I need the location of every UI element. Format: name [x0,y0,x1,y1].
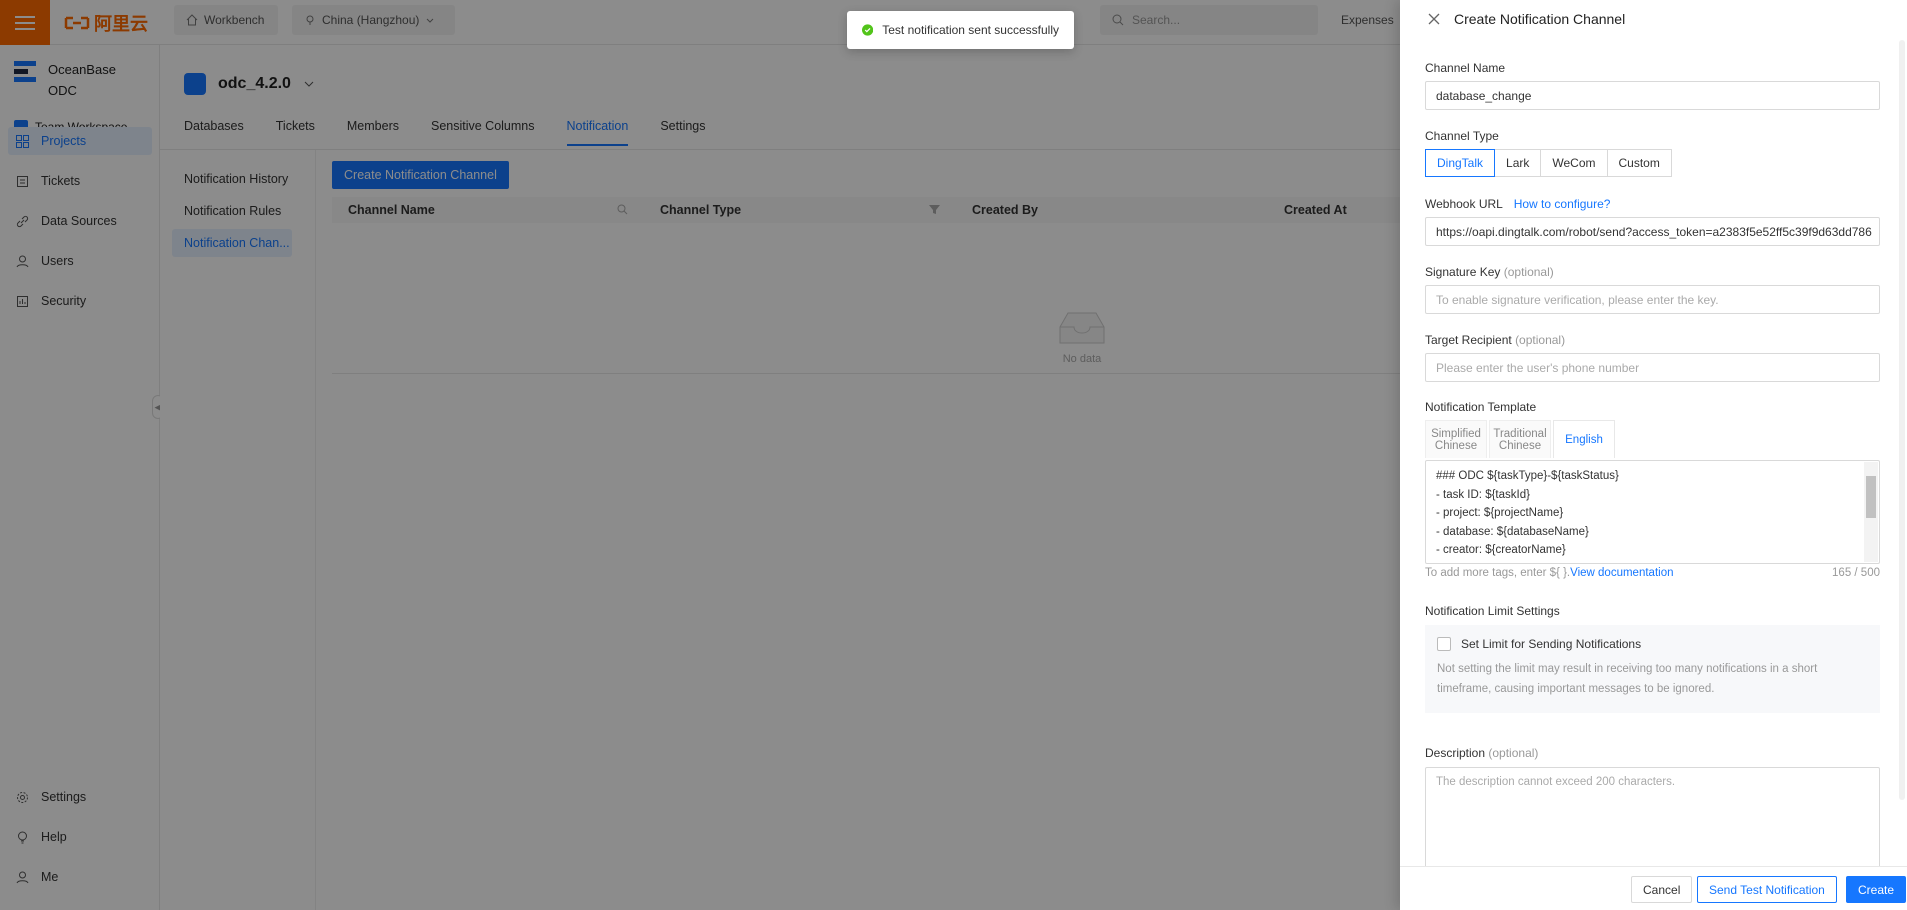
limit-settings-box: Set Limit for Sending Notifications Not … [1425,625,1880,713]
limit-checkbox-row[interactable]: Set Limit for Sending Notifications [1437,637,1868,651]
drawer-scrollbar[interactable] [1899,40,1905,800]
view-documentation-link[interactable]: View documentation [1570,567,1673,579]
channel-name-input[interactable]: database_change [1425,81,1880,110]
tab-line: Traditional [1493,427,1547,440]
optional-tag: (optional) [1503,265,1554,279]
tab-line: Chinese [1434,439,1478,452]
toast-message: Test notification sent successfully [882,23,1059,37]
limit-note: Not setting the limit may result in rece… [1437,663,1818,695]
webhook-url-label: Webhook URL How to configure? [1425,197,1610,211]
channel-type-dingtalk[interactable]: DingTalk [1425,149,1496,177]
drawer-body: Channel Name database_change Channel Typ… [1425,37,1881,871]
target-recipient-input[interactable]: Please enter the user's phone number [1425,353,1880,382]
channel-type-custom[interactable]: Custom [1606,149,1672,177]
drawer-header: Create Notification Channel [1400,0,1907,37]
limit-checkbox[interactable] [1437,637,1451,651]
tab-simplified-chinese[interactable]: Simplified Chinese [1425,420,1487,458]
signature-key-input[interactable]: To enable signature verification, please… [1425,285,1880,314]
send-test-notification-button[interactable]: Send Test Notification [1697,876,1837,903]
channel-name-label: Channel Name [1425,61,1506,75]
how-to-configure-link[interactable]: How to configure? [1514,197,1611,211]
tab-traditional-chinese[interactable]: Traditional Chinese [1489,420,1551,458]
limit-settings-label: Notification Limit Settings [1425,604,1560,618]
template-char-count: 165 / 500 [1832,567,1880,579]
template-line: ### ODC ${taskType}-${taskStatus} [1436,470,1619,482]
target-recipient-label: Target Recipient (optional) [1425,333,1565,347]
template-hint: To add more tags, enter ${ }.View docume… [1425,567,1880,579]
description-label-text: Description [1425,746,1486,760]
optional-tag: (optional) [1488,746,1539,760]
template-textarea[interactable]: ### ODC ${taskType}-${taskStatus} - task… [1425,460,1880,564]
limit-checkbox-label: Set Limit for Sending Notifications [1461,637,1642,651]
optional-tag: (optional) [1515,333,1566,347]
signature-key-label: Signature Key (optional) [1425,265,1554,279]
description-textarea[interactable]: The description cannot exceed 200 charac… [1425,767,1880,871]
close-icon[interactable] [1428,13,1440,25]
tab-english[interactable]: English [1553,420,1615,458]
webhook-url-input[interactable]: https://oapi.dingtalk.com/robot/send?acc… [1425,217,1880,246]
create-button[interactable]: Create [1846,876,1907,903]
create-channel-drawer: Create Notification Channel Channel Name… [1400,0,1907,910]
recipient-label-text: Target Recipient [1425,333,1512,347]
template-language-tabs: Simplified Chinese Traditional Chinese Eng… [1425,420,1617,458]
drawer-title: Create Notification Channel [1454,10,1626,27]
channel-type-label: Channel Type [1425,129,1499,143]
channel-type-wecom[interactable]: WeCom [1540,149,1608,177]
drawer-footer: Cancel Send Test Notification Create [1400,866,1907,910]
template-line: - task ID: ${taskId} [1436,488,1530,501]
channel-type-lark[interactable]: Lark [1494,149,1542,177]
description-label: Description (optional) [1425,746,1538,760]
channel-type-selector: DingTalk Lark WeCom Custom [1425,149,1672,177]
template-hint-text: To add more tags, enter ${ }. [1425,567,1571,579]
template-line: - creator: ${creatorName} [1436,544,1566,556]
cancel-button[interactable]: Cancel [1631,876,1693,903]
success-toast: Test notification sent successfully [847,11,1074,49]
textarea-scroll-thumb[interactable] [1866,476,1876,518]
signature-label-text: Signature Key [1425,265,1501,279]
template-line: - database: ${databaseName} [1436,525,1589,538]
notification-template-label: Notification Template [1425,400,1537,414]
check-circle-icon [862,24,874,36]
template-line: - project: ${projectName} [1436,507,1564,519]
webhook-label-text: Webhook URL [1425,197,1503,211]
tab-line: Chinese [1498,439,1542,452]
tab-line: Simplified [1431,427,1481,440]
